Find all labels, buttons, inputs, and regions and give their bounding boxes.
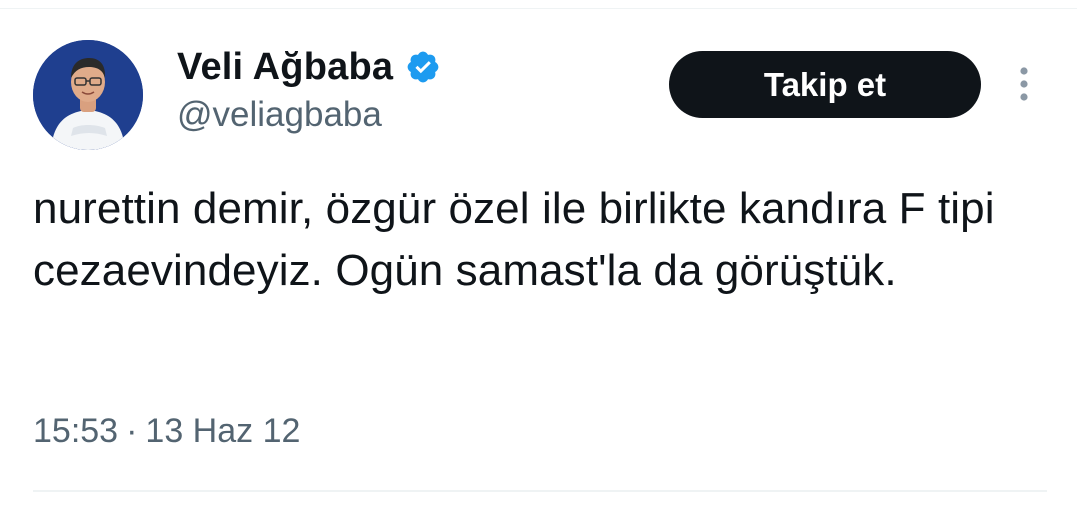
author-name-row: Veli Ağbaba — [177, 45, 441, 89]
verified-badge-icon — [405, 49, 441, 85]
divider — [33, 490, 1047, 492]
meta-separator: · — [126, 412, 138, 450]
tweet-date: 13 Haz 12 — [145, 412, 301, 450]
author-handle[interactable]: @veliagbaba — [177, 95, 382, 135]
divider — [0, 8, 1077, 9]
more-vertical-icon[interactable] — [1010, 64, 1038, 104]
tweet-card: Veli Ağbaba @veliagbaba Takip et nuretti… — [0, 0, 1077, 513]
tweet-time: 15:53 — [33, 412, 119, 450]
avatar-image — [33, 40, 143, 150]
tweet-timestamp[interactable]: 15:53 · 13 Haz 12 — [33, 412, 300, 451]
follow-button[interactable]: Takip et — [669, 51, 981, 118]
tweet-text: nurettin demir, özgür özel ile birlikte … — [33, 184, 995, 295]
author-display-name[interactable]: Veli Ağbaba — [177, 46, 393, 89]
avatar[interactable] — [33, 40, 143, 150]
